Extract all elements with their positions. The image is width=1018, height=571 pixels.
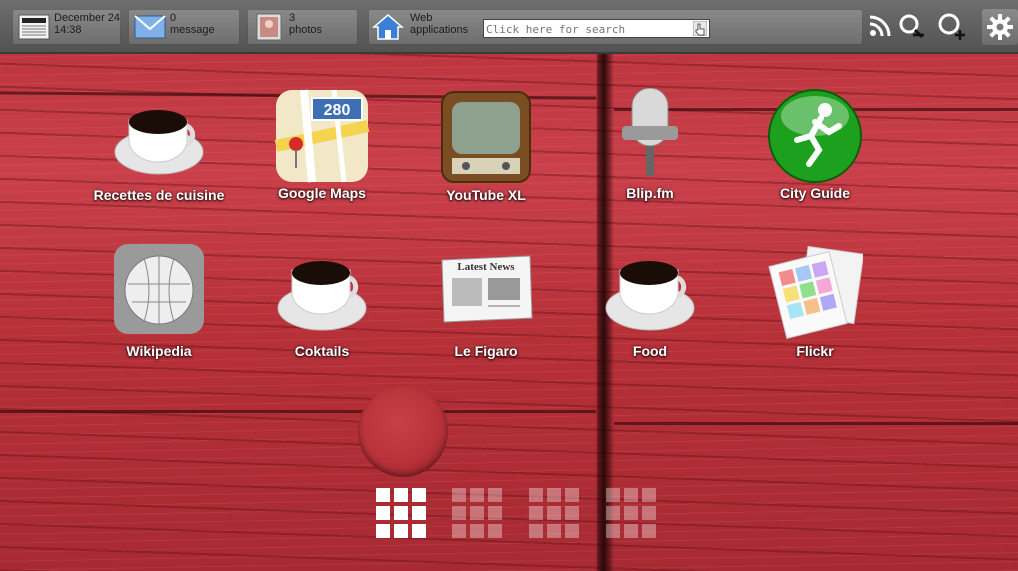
app-label: Google Maps <box>278 185 366 201</box>
app-label: Coktails <box>294 343 350 359</box>
news-date-text: December 24 14:38 <box>54 12 120 36</box>
newspaper-icon <box>18 14 50 40</box>
search-input[interactable] <box>484 20 688 39</box>
app-le-figaro[interactable]: Latest News Le Figaro <box>411 246 561 359</box>
maps-icon: 280 <box>274 88 370 184</box>
webapps-line2: applications <box>410 24 469 36</box>
photo-label: photos <box>289 24 323 36</box>
runner-icon <box>767 88 863 184</box>
app-label: Food <box>632 343 668 359</box>
page-indicator-3[interactable] <box>529 488 579 538</box>
search-box[interactable] <box>483 19 710 39</box>
message-count: 0 <box>170 12 177 24</box>
app-label: Le Figaro <box>454 343 518 359</box>
photo-icon <box>256 13 282 41</box>
news-date: December 24 <box>54 12 121 24</box>
app-city-guide[interactable]: City Guide <box>740 88 890 201</box>
zoom-out-icon[interactable] <box>897 12 925 40</box>
hand-cursor-icon <box>693 21 707 36</box>
coffee-cup-icon <box>111 90 207 186</box>
rss-icon[interactable] <box>866 12 894 40</box>
coffee-cup-icon <box>602 246 698 342</box>
message-label: message <box>170 24 215 36</box>
plank-line <box>614 422 1018 425</box>
page-indicator-4[interactable] <box>606 488 656 538</box>
home-icon[interactable] <box>372 13 404 41</box>
app-youtube-xl[interactable]: YouTube XL <box>411 90 561 203</box>
page-indicator-2[interactable] <box>452 488 502 538</box>
app-label: YouTube XL <box>446 187 526 203</box>
wood-knot <box>358 385 448 477</box>
messages-text: 0 message <box>170 12 215 36</box>
webapps-line1: Web <box>410 12 433 24</box>
app-google-maps[interactable]: 280 Google Maps <box>247 88 397 201</box>
news-tile[interactable]: December 24 14:38 <box>12 9 121 45</box>
app-food[interactable]: Food <box>575 246 725 359</box>
app-flickr[interactable]: Flickr <box>740 245 890 359</box>
app-label: City Guide <box>779 185 850 201</box>
app-recettes-de-cuisine[interactable]: Recettes de cuisine <box>84 90 234 203</box>
app-label: Wikipedia <box>126 343 192 359</box>
web-applications-label: Web applications <box>410 12 468 36</box>
map-badge: 280 <box>324 102 351 119</box>
tv-icon <box>438 90 534 186</box>
app-blip-fm[interactable]: Blip.fm <box>575 87 725 201</box>
page-indicator-1[interactable] <box>376 488 426 538</box>
settings-button[interactable] <box>982 9 1018 45</box>
photos-tile[interactable]: 3 photos <box>247 9 358 45</box>
top-toolbar: December 24 14:38 0 message 3 photos Web… <box>0 0 1018 54</box>
photo-count: 3 <box>289 12 296 24</box>
plank-line <box>0 410 596 413</box>
app-label: Flickr <box>796 343 834 359</box>
news-time: 14:38 <box>54 24 82 36</box>
app-wikipedia[interactable]: Wikipedia <box>84 244 234 359</box>
photo-stack-icon <box>767 245 865 342</box>
zoom-in-icon[interactable] <box>937 12 965 40</box>
envelope-icon <box>134 15 166 39</box>
newspaper-headline: Latest News <box>457 261 515 273</box>
gear-icon <box>987 14 1013 40</box>
app-coktails[interactable]: Coktails <box>247 246 397 359</box>
coffee-cup-icon <box>274 246 370 342</box>
photos-text: 3 photos <box>289 12 322 36</box>
microphone-icon <box>602 87 698 184</box>
messages-tile[interactable]: 0 message <box>128 9 240 45</box>
app-label: Blip.fm <box>626 185 674 201</box>
newspaper-icon: Latest News <box>438 246 534 342</box>
wikipedia-globe-icon <box>114 244 204 334</box>
app-label: Recettes de cuisine <box>93 187 225 203</box>
